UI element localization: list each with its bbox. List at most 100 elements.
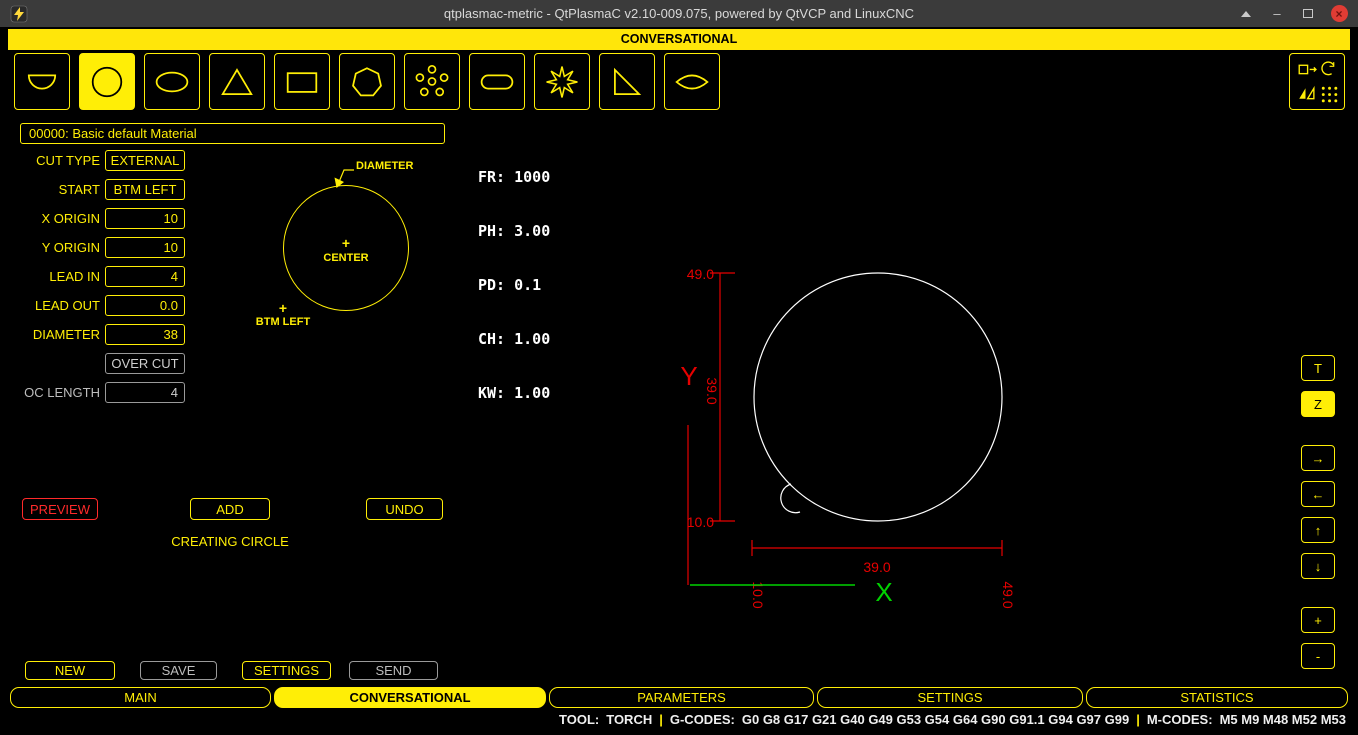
gusset-icon bbox=[605, 60, 649, 104]
window-title: qtplasmac-metric - QtPlasmaC v2.10-009.0… bbox=[0, 0, 1358, 27]
tab-settings[interactable]: SETTINGS bbox=[817, 687, 1083, 708]
app-icon bbox=[10, 5, 28, 23]
diagram-center-label: CENTER bbox=[318, 252, 374, 264]
shape-slot-button[interactable] bbox=[469, 53, 525, 110]
y-origin-label: Y ORIGIN bbox=[0, 237, 100, 258]
lead-out-input[interactable]: 0.0 bbox=[105, 295, 185, 316]
x-origin-input[interactable]: 10 bbox=[105, 208, 185, 229]
rectangle-icon bbox=[280, 60, 324, 104]
tool-value: TORCH bbox=[606, 712, 652, 727]
oc-length-input[interactable]: 4 bbox=[105, 382, 185, 403]
pan-up-button[interactable]: ↑ bbox=[1301, 517, 1335, 543]
qtplasmac-window: qtplasmac-metric - QtPlasmaC v2.10-009.0… bbox=[0, 0, 1358, 735]
preview-area: FR: 1000 PH: 3.00 PD: 0.1 CH: 1.00 KW: 1… bbox=[464, 123, 1292, 672]
cut-type-select[interactable]: EXTERNAL bbox=[105, 150, 185, 171]
star-icon bbox=[540, 60, 584, 104]
bolt-circle-icon bbox=[410, 60, 454, 104]
dim-label-h-right: 49.0 bbox=[1000, 581, 1016, 608]
diagram-diameter-label: DIAMETER bbox=[356, 160, 413, 172]
lines-icon bbox=[20, 60, 64, 104]
add-button[interactable]: ADD bbox=[190, 498, 270, 520]
gcodes-value: G0 G8 G17 G21 G40 G49 G53 G54 G64 G90 G9… bbox=[742, 712, 1129, 727]
material-select[interactable]: 00000: Basic default Material bbox=[20, 123, 445, 144]
conversational-status-text: CREATING CIRCLE bbox=[0, 534, 460, 549]
diameter-input[interactable]: 38 bbox=[105, 324, 185, 345]
dim-label-v-top: 49.0 bbox=[687, 266, 714, 282]
part-circle bbox=[754, 273, 1002, 521]
cut-type-label: CUT TYPE bbox=[0, 150, 100, 171]
undo-button[interactable]: UNDO bbox=[366, 498, 443, 520]
shade-button[interactable] bbox=[1237, 5, 1255, 23]
center-marker-icon: + bbox=[340, 237, 352, 249]
preview-canvas: 49.0 39.0 10.0 Y 39.0 10.0 49.0 X bbox=[464, 123, 1292, 672]
shape-ellipse-button[interactable] bbox=[144, 53, 200, 110]
send-button[interactable]: SEND bbox=[349, 661, 438, 680]
restore-button[interactable] bbox=[1299, 5, 1317, 23]
statusbar: TOOL: TORCH | G-CODES: G0 G8 G17 G21 G40… bbox=[0, 710, 1346, 729]
titlebar: qtplasmac-metric - QtPlasmaC v2.10-009.0… bbox=[0, 0, 1358, 27]
close-button[interactable]: × bbox=[1330, 5, 1348, 23]
over-cut-button[interactable]: OVER CUT bbox=[105, 353, 185, 374]
triangle-icon bbox=[215, 60, 259, 104]
start-label: START bbox=[0, 179, 100, 200]
mcodes-value: M5 M9 M48 M52 M53 bbox=[1220, 712, 1346, 727]
tab-parameters[interactable]: PARAMETERS bbox=[549, 687, 814, 708]
settings-button[interactable]: SETTINGS bbox=[242, 661, 331, 680]
restore-icon bbox=[1303, 9, 1313, 18]
polygon-icon bbox=[345, 60, 389, 104]
shape-triangle-button[interactable] bbox=[209, 53, 265, 110]
shape-rectangle-button[interactable] bbox=[274, 53, 330, 110]
shape-circle-button[interactable] bbox=[79, 53, 135, 110]
btm-left-marker-icon: + bbox=[277, 302, 289, 314]
y-axis-label: Y bbox=[680, 361, 697, 391]
dim-label-v-mid: 39.0 bbox=[704, 377, 720, 404]
shape-gusset-button[interactable] bbox=[599, 53, 655, 110]
preview-button[interactable]: PREVIEW bbox=[22, 498, 98, 520]
view-top-button[interactable]: T bbox=[1301, 355, 1335, 381]
tab-statistics[interactable]: STATISTICS bbox=[1086, 687, 1348, 708]
transform-tools-icon bbox=[1294, 59, 1340, 105]
mode-banner: CONVERSATIONAL bbox=[8, 29, 1350, 50]
pan-down-button[interactable]: ↓ bbox=[1301, 553, 1335, 579]
eject-icon bbox=[1241, 11, 1251, 17]
window-controls: – × bbox=[1237, 0, 1348, 27]
ellipse-icon bbox=[150, 60, 194, 104]
main-tabbar: MAIN CONVERSATIONAL PARAMETERS SETTINGS … bbox=[10, 687, 1348, 708]
save-button[interactable]: SAVE bbox=[140, 661, 217, 680]
zoom-out-button[interactable]: - bbox=[1301, 643, 1335, 669]
statusbar-separator: | bbox=[659, 712, 663, 727]
shape-bolt-circle-button[interactable] bbox=[404, 53, 460, 110]
tab-conversational[interactable]: CONVERSATIONAL bbox=[274, 687, 546, 708]
tab-main[interactable]: MAIN bbox=[10, 687, 271, 708]
statusbar-separator: | bbox=[1136, 712, 1140, 727]
minimize-icon: – bbox=[1273, 6, 1280, 21]
mcodes-label: M-CODES: bbox=[1147, 712, 1213, 727]
tool-label: TOOL: bbox=[559, 712, 599, 727]
shape-polygon-button[interactable] bbox=[339, 53, 395, 110]
lead-out-label: LEAD OUT bbox=[0, 295, 100, 316]
new-button[interactable]: NEW bbox=[25, 661, 115, 680]
slot-icon bbox=[475, 60, 519, 104]
shape-utilities-button[interactable] bbox=[1289, 53, 1345, 110]
start-select[interactable]: BTM LEFT bbox=[105, 179, 185, 200]
shape-star-button[interactable] bbox=[534, 53, 590, 110]
lead-in-label: LEAD IN bbox=[0, 266, 100, 287]
x-axis-label: X bbox=[875, 577, 892, 607]
lens-icon bbox=[670, 60, 714, 104]
lead-in-arc bbox=[781, 484, 800, 513]
zoom-in-button[interactable]: + bbox=[1301, 607, 1335, 633]
pan-left-button[interactable]: ← bbox=[1301, 481, 1335, 507]
pan-right-button[interactable]: → bbox=[1301, 445, 1335, 471]
diameter-label: DIAMETER bbox=[0, 324, 100, 345]
gcodes-label: G-CODES: bbox=[670, 712, 735, 727]
dim-label-h-mid: 39.0 bbox=[863, 559, 890, 575]
minimize-button[interactable]: – bbox=[1268, 5, 1286, 23]
shape-lines-button[interactable] bbox=[14, 53, 70, 110]
shape-lens-button[interactable] bbox=[664, 53, 720, 110]
diagram-btm-left-label: BTM LEFT bbox=[245, 316, 321, 328]
view-z-button[interactable]: Z bbox=[1301, 391, 1335, 417]
dim-label-v-bottom: 10.0 bbox=[687, 514, 714, 530]
lead-in-input[interactable]: 4 bbox=[105, 266, 185, 287]
y-origin-input[interactable]: 10 bbox=[105, 237, 185, 258]
close-icon: × bbox=[1331, 5, 1348, 22]
